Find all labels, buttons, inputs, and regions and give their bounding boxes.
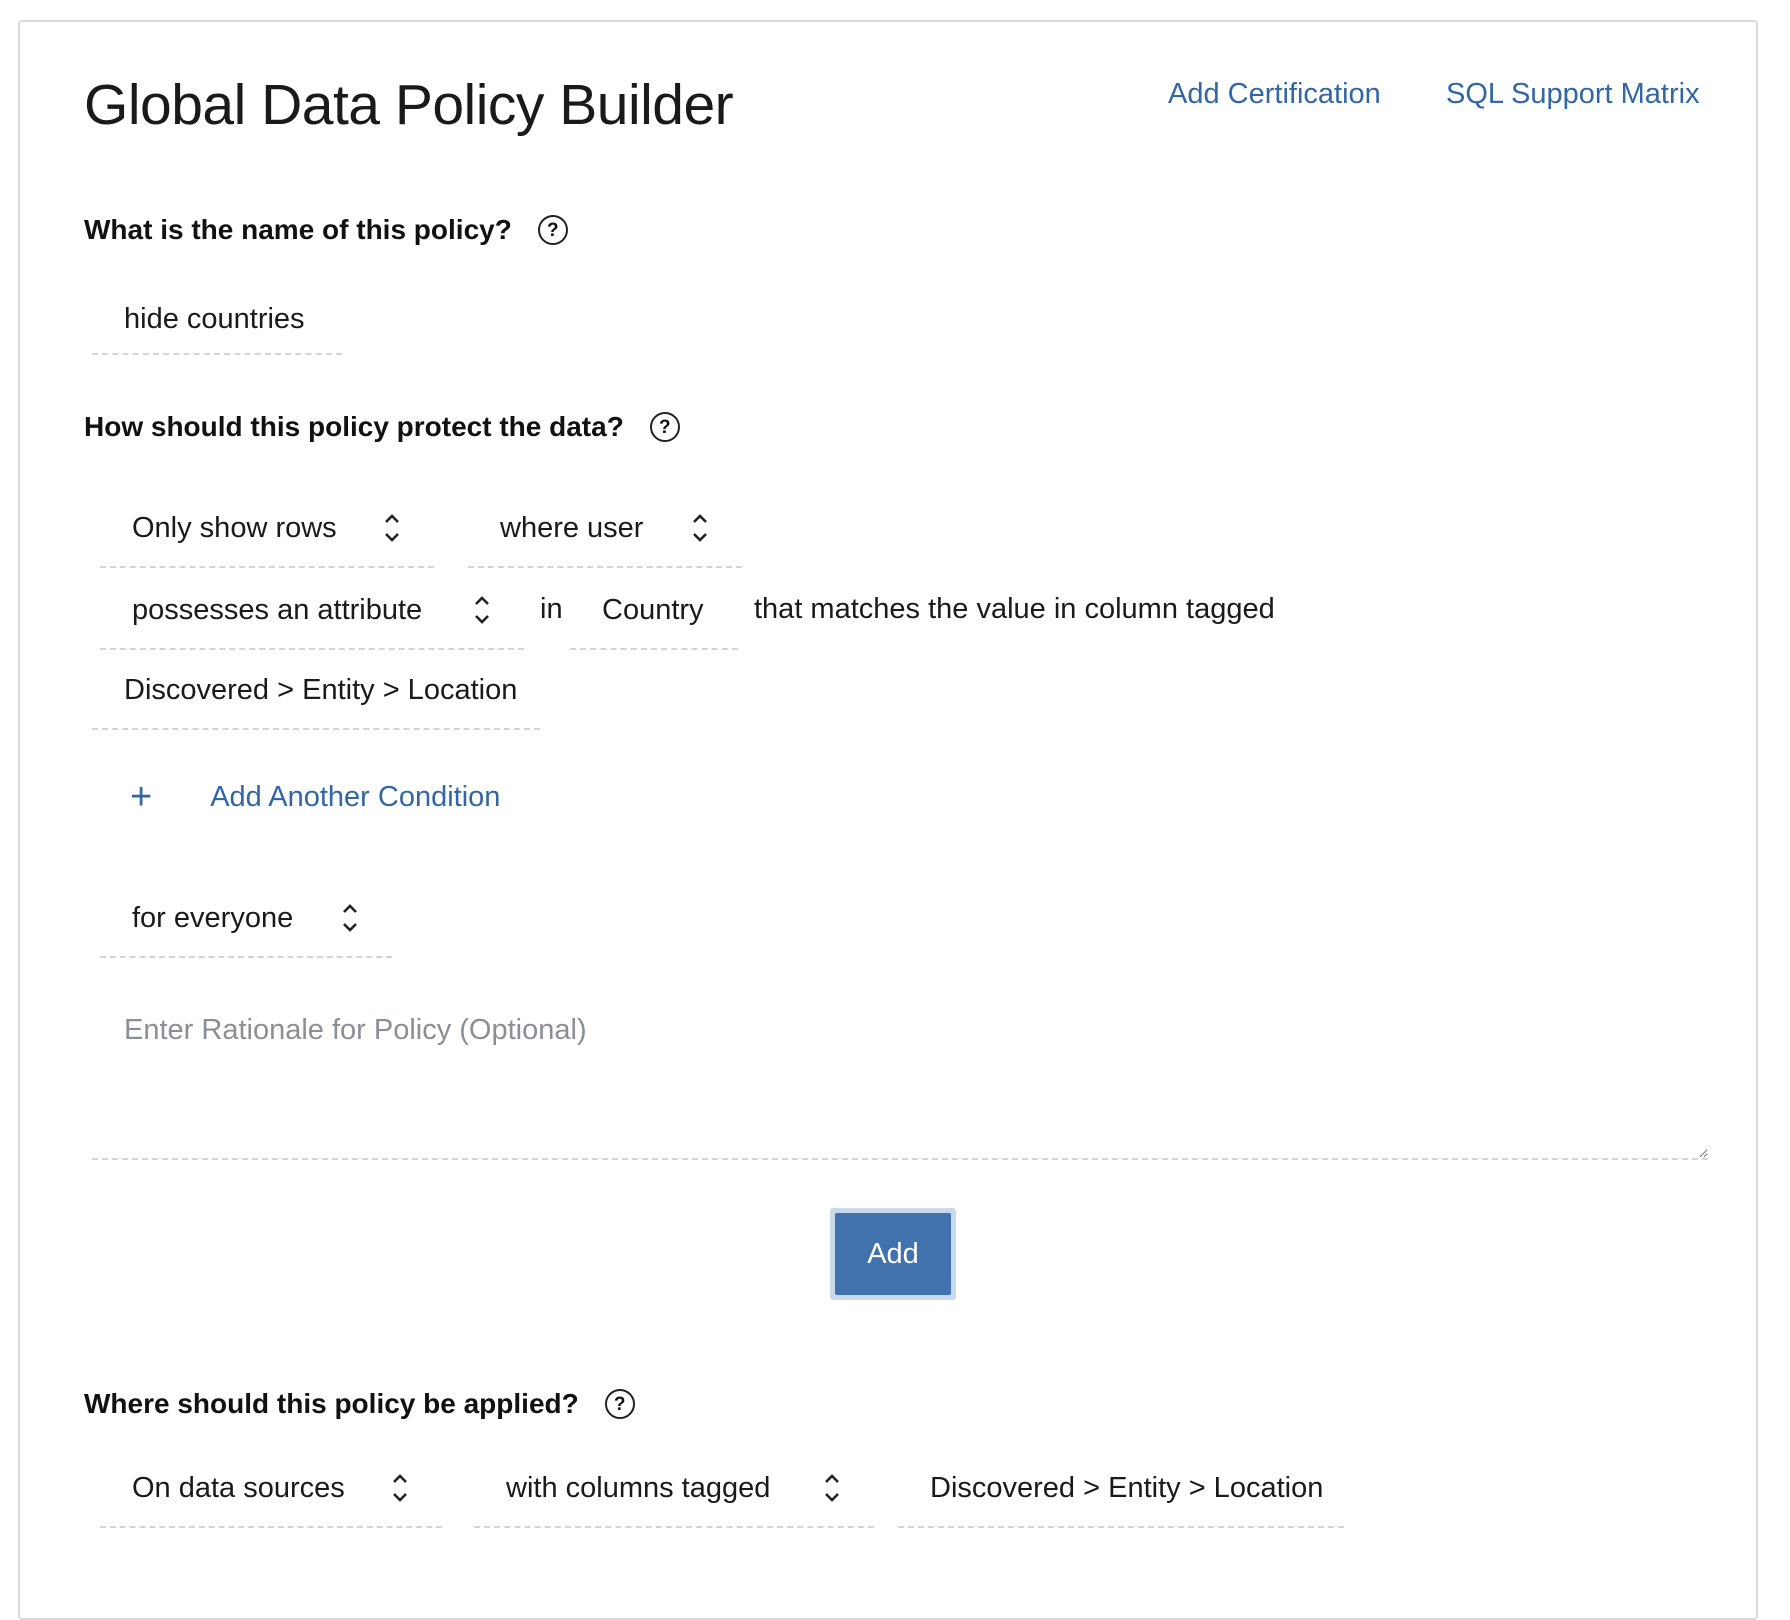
add-another-condition-label: Add Another Condition	[210, 780, 501, 813]
attribute-select-value: possesses an attribute	[132, 593, 423, 626]
add-button-focus-ring: Add	[830, 1208, 956, 1300]
condition-select[interactable]: where user	[468, 490, 742, 568]
help-icon[interactable]: ?	[537, 215, 568, 245]
action-select-value: Only show rows	[132, 511, 337, 544]
protect-question-label: How should this policy protect the data?	[84, 411, 624, 442]
chevron-up-down-icon	[392, 1473, 408, 1503]
chevron-up-down-icon	[824, 1473, 840, 1503]
apply-question-label: Where should this policy be applied?	[84, 1388, 579, 1419]
help-icon[interactable]: ?	[649, 412, 680, 442]
protect-question: How should this policy protect the data?…	[84, 411, 680, 443]
column-tag-select[interactable]: Discovered > Entity > Location	[92, 652, 540, 730]
sql-support-matrix-link[interactable]: SQL Support Matrix	[1446, 78, 1700, 111]
scope-select-value: On data sources	[132, 1471, 345, 1504]
help-icon[interactable]: ?	[604, 1389, 635, 1419]
matches-text: that matches the value in column tagged	[754, 593, 1275, 625]
apply-tag-select[interactable]: Discovered > Entity > Location	[898, 1450, 1344, 1528]
page-title: Global Data Policy Builder	[84, 73, 734, 137]
chevron-up-down-icon	[692, 513, 708, 543]
plus-icon: +	[130, 776, 153, 818]
audience-select[interactable]: for everyone	[100, 880, 392, 958]
policy-name-input[interactable]: hide countries	[92, 285, 342, 355]
attribute-value-input[interactable]: Country	[570, 572, 738, 650]
rationale-textarea[interactable]	[92, 1000, 1708, 1160]
chevron-up-down-icon	[474, 595, 490, 625]
audience-select-value: for everyone	[132, 901, 294, 934]
condition-select-value: where user	[500, 511, 644, 544]
scope-select[interactable]: On data sources	[100, 1450, 442, 1528]
add-button[interactable]: Add	[835, 1213, 951, 1295]
apply-tag-value: Discovered > Entity > Location	[930, 1471, 1324, 1504]
action-select[interactable]: Only show rows	[100, 490, 434, 568]
filter-select[interactable]: with columns tagged	[474, 1450, 874, 1528]
chevron-up-down-icon	[342, 903, 358, 933]
policy-name-question: What is the name of this policy? ?	[84, 214, 568, 246]
apply-question: Where should this policy be applied? ?	[84, 1388, 635, 1420]
attribute-value: Country	[602, 593, 704, 626]
in-text: in	[540, 593, 563, 625]
filter-select-value: with columns tagged	[506, 1471, 771, 1504]
policy-builder-card	[18, 20, 1758, 1620]
column-tag-value: Discovered > Entity > Location	[124, 673, 518, 706]
attribute-select[interactable]: possesses an attribute	[100, 572, 524, 650]
add-another-condition-button[interactable]: + Add Another Condition	[130, 778, 500, 816]
policy-name-value: hide countries	[124, 302, 305, 335]
chevron-up-down-icon	[384, 513, 400, 543]
policy-name-question-label: What is the name of this policy?	[84, 214, 512, 245]
add-certification-link[interactable]: Add Certification	[1168, 78, 1381, 111]
